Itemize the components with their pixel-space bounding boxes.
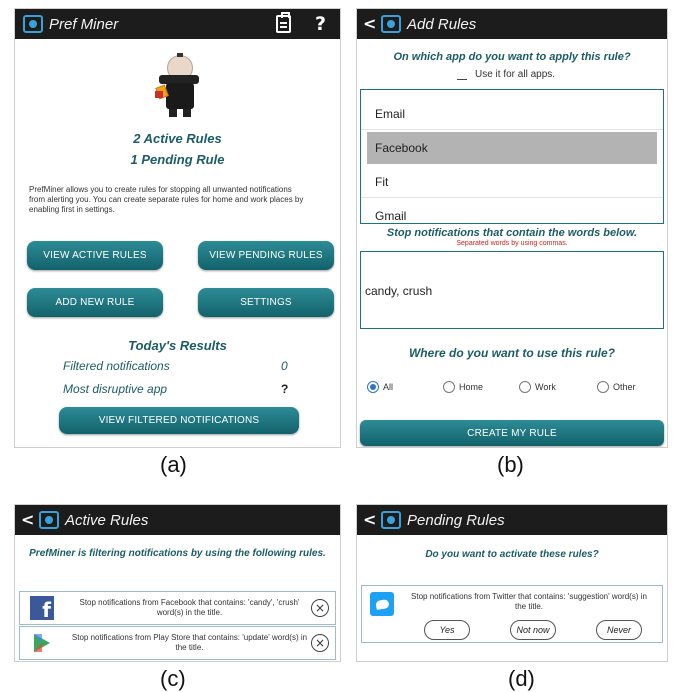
rule-text: Stop notifications from Facebook that co… (79, 598, 300, 617)
screen-title: Active Rules (65, 511, 149, 529)
words-input[interactable]: candy, crush (360, 251, 664, 329)
panel-c-screen: < Active Rules PrefMiner is filtering no… (14, 504, 341, 662)
prefminer-logo-icon (381, 511, 401, 529)
filtered-notifications-value: 0 (281, 359, 288, 373)
place-label: Work (535, 382, 556, 392)
screen-title: Pending Rules (407, 511, 505, 529)
active-rules-header: PrefMiner is filtering notifications by … (29, 548, 326, 559)
not-now-button[interactable]: Not now (510, 620, 556, 640)
most-disruptive-app-label: Most disruptive app (63, 382, 168, 396)
clipboard-icon[interactable] (275, 12, 291, 33)
remove-rule-icon[interactable]: × (311, 634, 329, 652)
app-list[interactable]: Email Facebook Fit Gmail (360, 89, 664, 224)
panel-a-screen: Pref Miner ? 2 Active Rules 1 Pending Ru… (14, 8, 341, 448)
caption-a: (a) (160, 452, 187, 477)
screen-title: Add Rules (407, 15, 477, 33)
remove-rule-icon[interactable]: × (311, 599, 329, 617)
facebook-icon: f (30, 596, 54, 620)
app-title: Pref Miner (49, 15, 119, 33)
app-bar: Pref Miner ? (15, 9, 340, 39)
place-label: All (383, 382, 394, 392)
place-question: Where do you want to use this rule? (408, 346, 615, 360)
yes-button[interactable]: Yes (424, 620, 470, 640)
back-icon[interactable]: < (21, 512, 37, 528)
place-radio-other[interactable]: Other (597, 381, 636, 393)
use-for-all-apps-checkbox[interactable]: Use it for all apps. (457, 69, 555, 80)
settings-button[interactable]: SETTINGS (198, 288, 334, 317)
app-list-item[interactable]: Gmail (361, 200, 663, 223)
caption-b: (b) (497, 452, 524, 477)
app-list-item-selected[interactable]: Facebook (367, 132, 657, 164)
words-input-value: candy, crush (365, 284, 433, 298)
prefminer-logo-icon (39, 511, 59, 529)
never-button[interactable]: Never (596, 620, 642, 640)
most-disruptive-app-value: ? (281, 382, 289, 396)
todays-results-title: Today's Results (128, 338, 227, 353)
place-radio-all[interactable]: All (367, 381, 393, 393)
place-label: Home (459, 382, 484, 392)
view-filtered-notifications-button[interactable]: VIEW FILTERED NOTIFICATIONS (59, 407, 299, 434)
pending-rule-text: Stop notifications from Twitter that con… (411, 592, 647, 611)
pending-rule-card: Stop notifications from Twitter that con… (361, 585, 663, 643)
pending-rule-count: 1 Pending Rule (130, 152, 225, 167)
active-rules-count: 2 Active Rules (133, 131, 222, 146)
panel-d-screen: < Pending Rules Do you want to activate … (356, 504, 668, 662)
app-description: PrefMiner allows you to create rules for… (29, 185, 304, 214)
place-radio-home[interactable]: Home (443, 381, 483, 393)
radio-selected-icon[interactable] (367, 381, 379, 393)
rule-row[interactable]: f Stop notifications from Facebook that … (19, 591, 336, 625)
checkbox-box[interactable] (457, 70, 467, 80)
comma-hint: Separated words by using commas. (456, 240, 568, 247)
app-bar: < Pending Rules (357, 505, 667, 535)
caption-d: (d) (508, 666, 535, 691)
back-icon[interactable]: < (363, 512, 379, 528)
mascot-illustration (151, 53, 211, 119)
filtered-notifications-label: Filtered notifications (63, 359, 170, 373)
use-for-all-apps-label: Use it for all apps. (475, 69, 556, 80)
radio-icon[interactable] (443, 381, 455, 393)
play-store-icon (30, 631, 54, 655)
help-icon[interactable]: ? (315, 13, 326, 35)
back-icon[interactable]: < (363, 16, 379, 32)
app-list-item[interactable]: Fit (361, 166, 663, 198)
app-list-item[interactable]: Email (361, 98, 663, 130)
prefminer-logo-icon (23, 15, 43, 33)
rule-row[interactable]: Stop notifications from Play Store that … (19, 626, 336, 660)
caption-c: (c) (160, 666, 186, 691)
prefminer-logo-icon (381, 15, 401, 33)
pending-question: Do you want to activate these rules? (425, 549, 599, 560)
create-my-rule-button[interactable]: CREATE MY RULE (360, 420, 664, 446)
add-new-rule-button[interactable]: ADD NEW RULE (27, 288, 163, 317)
radio-icon[interactable] (519, 381, 531, 393)
rule-text: Stop notifications from Play Store that … (71, 633, 308, 652)
app-bar: < Add Rules (357, 9, 667, 39)
panel-b-screen: < Add Rules On which app do you want to … (356, 8, 668, 448)
place-radio-work[interactable]: Work (519, 381, 556, 393)
app-bar: < Active Rules (15, 505, 340, 535)
view-active-rules-button[interactable]: VIEW ACTIVE RULES (27, 241, 163, 270)
twitter-icon (370, 592, 394, 616)
radio-icon[interactable] (597, 381, 609, 393)
view-pending-rules-button[interactable]: VIEW PENDING RULES (198, 241, 334, 270)
words-question: Stop notifications that contain the word… (357, 224, 667, 239)
place-label: Other (613, 382, 636, 392)
app-question: On which app do you want to apply this r… (393, 51, 631, 63)
